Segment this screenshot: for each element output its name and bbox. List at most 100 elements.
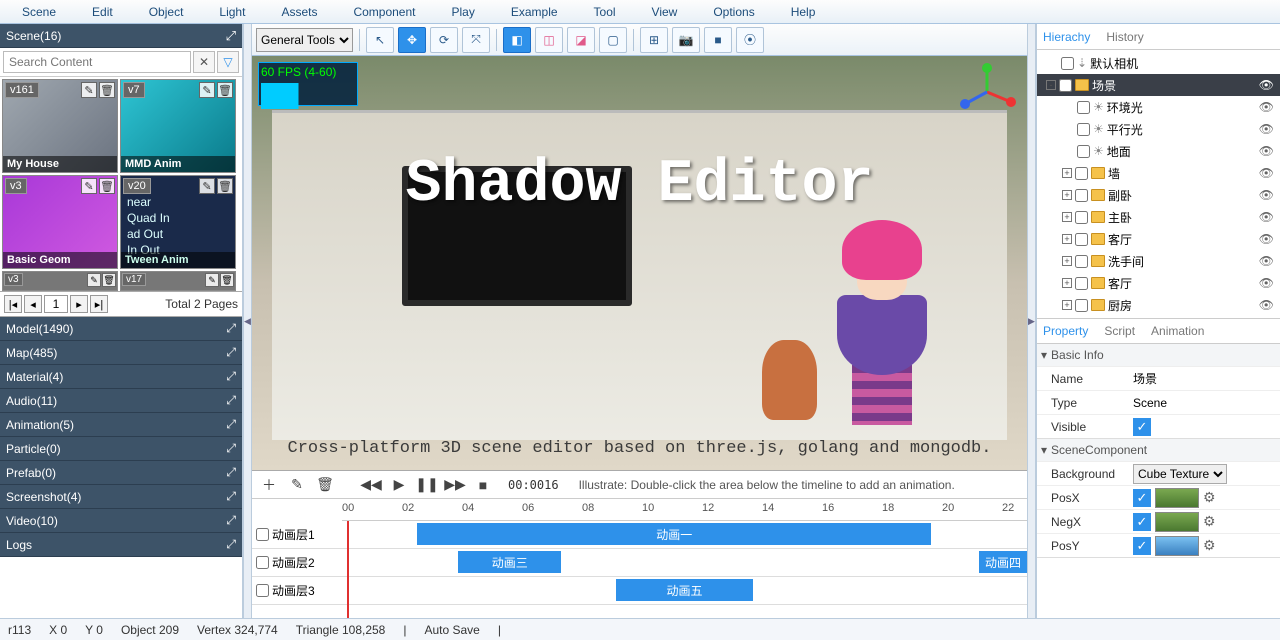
expand-toggle[interactable]: + <box>1062 168 1072 178</box>
stop-button[interactable]: ■ <box>472 474 494 496</box>
tab-animation[interactable]: Animation <box>1151 324 1204 338</box>
scene-thumb[interactable]: v3✎🗑Basic Geom <box>2 175 118 269</box>
tab-property[interactable]: Property <box>1043 324 1088 338</box>
visibility-icon[interactable]: 👁 <box>1259 276 1274 290</box>
first-page-button[interactable]: |◂ <box>4 295 22 313</box>
tree-node[interactable]: -场景👁 <box>1037 74 1280 96</box>
visibility-icon[interactable]: 👁 <box>1259 298 1274 312</box>
tree-node[interactable]: +主卧👁 <box>1037 206 1280 228</box>
visibility-icon[interactable]: 👁 <box>1259 144 1274 158</box>
next-page-button[interactable]: ▸ <box>70 295 88 313</box>
category-screenshot[interactable]: Screenshot(4)⤢ <box>0 485 242 509</box>
expand-toggle[interactable]: + <box>1062 212 1072 222</box>
animation-clip[interactable]: 动画三 <box>458 551 561 573</box>
page-input[interactable] <box>44 295 68 313</box>
menu-object[interactable]: Object <box>131 5 202 19</box>
category-model[interactable]: Model(1490)⤢ <box>0 317 242 341</box>
tree-node[interactable]: ☀环境光👁 <box>1037 96 1280 118</box>
category-material[interactable]: Material(4)⤢ <box>0 365 242 389</box>
cube-solid-icon[interactable]: ◧ <box>503 27 531 53</box>
scenecomponent-header[interactable]: ▾ SceneComponent <box>1037 439 1280 461</box>
menu-example[interactable]: Example <box>493 5 576 19</box>
expand-toggle[interactable]: + <box>1062 256 1072 266</box>
visibility-icon[interactable]: 👁 <box>1259 122 1274 136</box>
tab-hierarchy[interactable]: Hierachy <box>1043 30 1090 44</box>
edit-icon[interactable]: ✎ <box>199 178 215 194</box>
node-checkbox[interactable] <box>1061 57 1074 70</box>
tree-node[interactable]: +客厅👁 <box>1037 272 1280 294</box>
expand-toggle[interactable]: - <box>1046 80 1056 90</box>
negx-thumb[interactable] <box>1155 512 1199 532</box>
menu-scene[interactable]: Scene <box>4 5 74 19</box>
search-input[interactable] <box>3 51 191 73</box>
clear-search-button[interactable]: ✕ <box>193 51 215 73</box>
timeline-ruler[interactable]: 000204060810121416182022 <box>342 499 1027 521</box>
scene-thumb[interactable]: v161✎🗑My House <box>2 79 118 173</box>
animation-clip[interactable]: 动画五 <box>616 579 753 601</box>
delete-icon[interactable]: 🗑 <box>217 82 233 98</box>
delete-icon[interactable]: 🗑 <box>217 178 233 194</box>
grid-icon[interactable]: ⊞ <box>640 27 668 53</box>
animation-clip[interactable]: 动画一 <box>417 523 931 545</box>
menu-play[interactable]: Play <box>434 5 493 19</box>
axis-gizmo[interactable] <box>957 62 1017 122</box>
node-checkbox[interactable] <box>1075 189 1088 202</box>
posy-checkbox[interactable]: ✓ <box>1133 537 1151 555</box>
category-map[interactable]: Map(485)⤢ <box>0 341 242 365</box>
tree-node[interactable]: +厨房👁 <box>1037 294 1280 316</box>
visibility-icon[interactable]: 👁 <box>1259 232 1274 246</box>
edit-icon[interactable]: ✎ <box>199 82 215 98</box>
expand-toggle[interactable]: + <box>1062 278 1072 288</box>
last-page-button[interactable]: ▸| <box>90 295 108 313</box>
scale-tool[interactable]: ⤧ <box>462 27 490 53</box>
tree-node[interactable]: +客厅👁 <box>1037 228 1280 250</box>
scene-thumb[interactable]: v7✎🗑MMD Anim <box>120 79 236 173</box>
timeline-body[interactable]: 动画层1动画一动画层2动画三动画四动画层3动画五 <box>252 521 1027 618</box>
camera-icon[interactable]: 📷 <box>672 27 700 53</box>
visibility-icon[interactable]: 👁 <box>1259 210 1274 224</box>
category-audio[interactable]: Audio(11)⤢ <box>0 389 242 413</box>
posy-thumb[interactable] <box>1155 536 1199 556</box>
menu-component[interactable]: Component <box>335 5 433 19</box>
posx-gear-icon[interactable]: ⚙ <box>1203 489 1216 506</box>
node-checkbox[interactable] <box>1077 101 1090 114</box>
tree-node[interactable]: ☀平行光👁 <box>1037 118 1280 140</box>
tree-node[interactable]: +洗手间👁 <box>1037 250 1280 272</box>
visibility-icon[interactable]: 👁 <box>1259 78 1274 92</box>
delete-track-button[interactable]: 🗑 <box>314 474 336 496</box>
delete-icon[interactable]: 🗑 <box>99 178 115 194</box>
scene-thumb-peek[interactable]: v3✎🗑 <box>2 271 118 291</box>
rotate-tool[interactable]: ⟳ <box>430 27 458 53</box>
name-value[interactable]: 场景 <box>1133 370 1280 387</box>
pause-button[interactable]: ❚❚ <box>416 474 438 496</box>
cube-wire-icon[interactable]: ◫ <box>535 27 563 53</box>
rewind-button[interactable]: ◀◀ <box>360 474 382 496</box>
select-tool[interactable]: ↖ <box>366 27 394 53</box>
menu-options[interactable]: Options <box>695 5 772 19</box>
cube-alt-icon[interactable]: ◪ <box>567 27 595 53</box>
node-checkbox[interactable] <box>1075 255 1088 268</box>
basic-info-header[interactable]: ▾ Basic Info <box>1037 344 1280 366</box>
tree-node[interactable]: +副卧👁 <box>1037 184 1280 206</box>
tree-node[interactable]: ☀地面👁 <box>1037 140 1280 162</box>
video-icon[interactable]: ■ <box>704 27 732 53</box>
forward-button[interactable]: ▶▶ <box>444 474 466 496</box>
expand-toggle[interactable]: + <box>1062 190 1072 200</box>
node-checkbox[interactable] <box>1077 123 1090 136</box>
track-checkbox[interactable] <box>256 584 269 597</box>
cube-outline-icon[interactable]: ▢ <box>599 27 627 53</box>
posy-gear-icon[interactable]: ⚙ <box>1203 537 1216 554</box>
track-checkbox[interactable] <box>256 528 269 541</box>
filter-button[interactable]: ▽ <box>217 51 239 73</box>
node-checkbox[interactable] <box>1059 79 1072 92</box>
category-animation[interactable]: Animation(5)⤢ <box>0 413 242 437</box>
visibility-icon[interactable]: 👁 <box>1259 254 1274 268</box>
scene-thumb[interactable]: v20✎🗑nearQuad Inad OutIn OutTween Anim <box>120 175 236 269</box>
scene-thumb-peek[interactable]: v17✎🗑 <box>120 271 236 291</box>
negx-gear-icon[interactable]: ⚙ <box>1203 513 1216 530</box>
node-checkbox[interactable] <box>1075 233 1088 246</box>
tree-node[interactable]: +墙👁 <box>1037 162 1280 184</box>
expand-icon[interactable]: ⤢ <box>226 28 236 44</box>
expand-toggle[interactable]: + <box>1062 300 1072 310</box>
node-checkbox[interactable] <box>1075 277 1088 290</box>
